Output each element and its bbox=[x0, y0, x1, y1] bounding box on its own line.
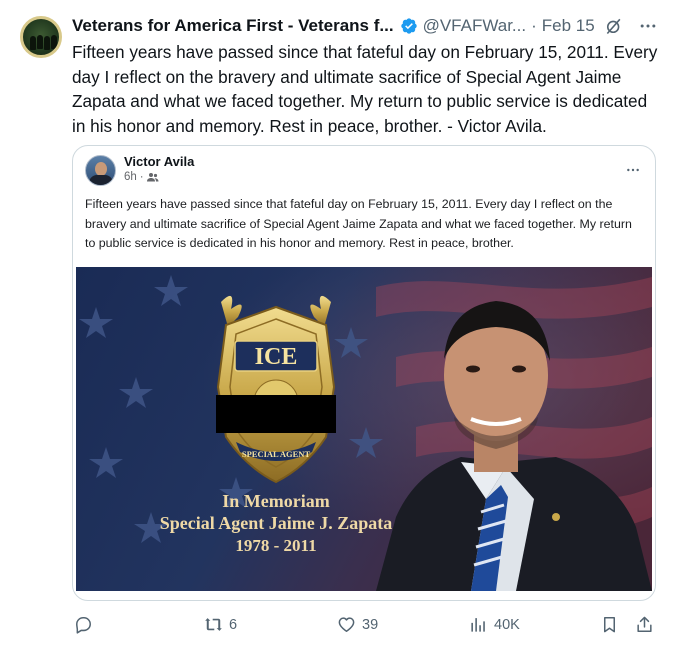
avatar-face bbox=[95, 162, 107, 176]
views-count: 40K bbox=[494, 616, 520, 633]
quoted-author-name[interactable]: Victor Avila bbox=[124, 154, 194, 169]
author-avatar[interactable] bbox=[20, 16, 62, 58]
more-options-icon[interactable] bbox=[638, 16, 658, 36]
avatar-figure bbox=[30, 36, 36, 50]
avatar-figure bbox=[51, 35, 57, 49]
quoted-author-avatar[interactable] bbox=[85, 155, 116, 186]
views-chart-icon bbox=[471, 618, 485, 632]
share-icon bbox=[637, 616, 652, 632]
grok-icon[interactable] bbox=[604, 16, 624, 36]
reply-icon bbox=[76, 617, 91, 634]
verified-badge-icon[interactable] bbox=[400, 17, 418, 35]
quoted-post-separator: · bbox=[139, 171, 144, 183]
views-button[interactable]: 40K bbox=[469, 615, 520, 634]
quoted-post-meta: 6h · bbox=[124, 171, 159, 183]
tweet-text: Fifteen years have passed since that fat… bbox=[72, 42, 658, 136]
badge-top-text: ICE bbox=[255, 344, 298, 370]
mourning-band bbox=[216, 395, 336, 433]
bookmark-icon bbox=[603, 617, 616, 633]
share-button[interactable] bbox=[635, 615, 654, 634]
memorial-image[interactable]: ICE SPECIAL AGENT In Memoriam Special Ag… bbox=[76, 267, 652, 591]
heart-icon bbox=[338, 617, 355, 632]
author-name[interactable]: Veterans for America First - Veterans f.… bbox=[72, 16, 394, 36]
caption-line-3: 1978 - 2011 bbox=[235, 536, 316, 555]
friends-audience-icon bbox=[146, 173, 159, 182]
quoted-post-time: 6h bbox=[124, 171, 137, 183]
post-date[interactable]: Feb 15 bbox=[542, 16, 595, 36]
repost-count: 6 bbox=[229, 616, 238, 633]
action-bar: 6 39 40K bbox=[72, 615, 662, 641]
quoted-post[interactable]: Victor Avila 6h · Fifteen years have pas… bbox=[72, 145, 656, 601]
like-count: 39 bbox=[362, 616, 379, 633]
quoted-post-text: Fifteen years have passed since that fat… bbox=[85, 197, 632, 250]
header-separator: · bbox=[531, 16, 537, 35]
badge-bottom-text: SPECIAL AGENT bbox=[242, 449, 311, 459]
repost-icon bbox=[205, 618, 222, 631]
avatar-figure bbox=[37, 35, 43, 49]
like-button[interactable]: 39 bbox=[337, 615, 378, 634]
quoted-more-options-icon[interactable] bbox=[625, 162, 641, 178]
avatar-figure bbox=[44, 36, 50, 50]
repost-button[interactable]: 6 bbox=[204, 615, 237, 634]
reply-button[interactable] bbox=[74, 615, 93, 634]
caption-line-1: In Memoriam bbox=[222, 491, 329, 511]
author-handle[interactable]: @VFAFWar... bbox=[423, 16, 527, 36]
tweet-header: Veterans for America First - Veterans f.… bbox=[72, 15, 660, 37]
avatar-suit bbox=[89, 175, 113, 185]
bookmark-button[interactable] bbox=[600, 615, 619, 634]
caption-line-2: Special Agent Jaime J. Zapata bbox=[160, 513, 393, 533]
